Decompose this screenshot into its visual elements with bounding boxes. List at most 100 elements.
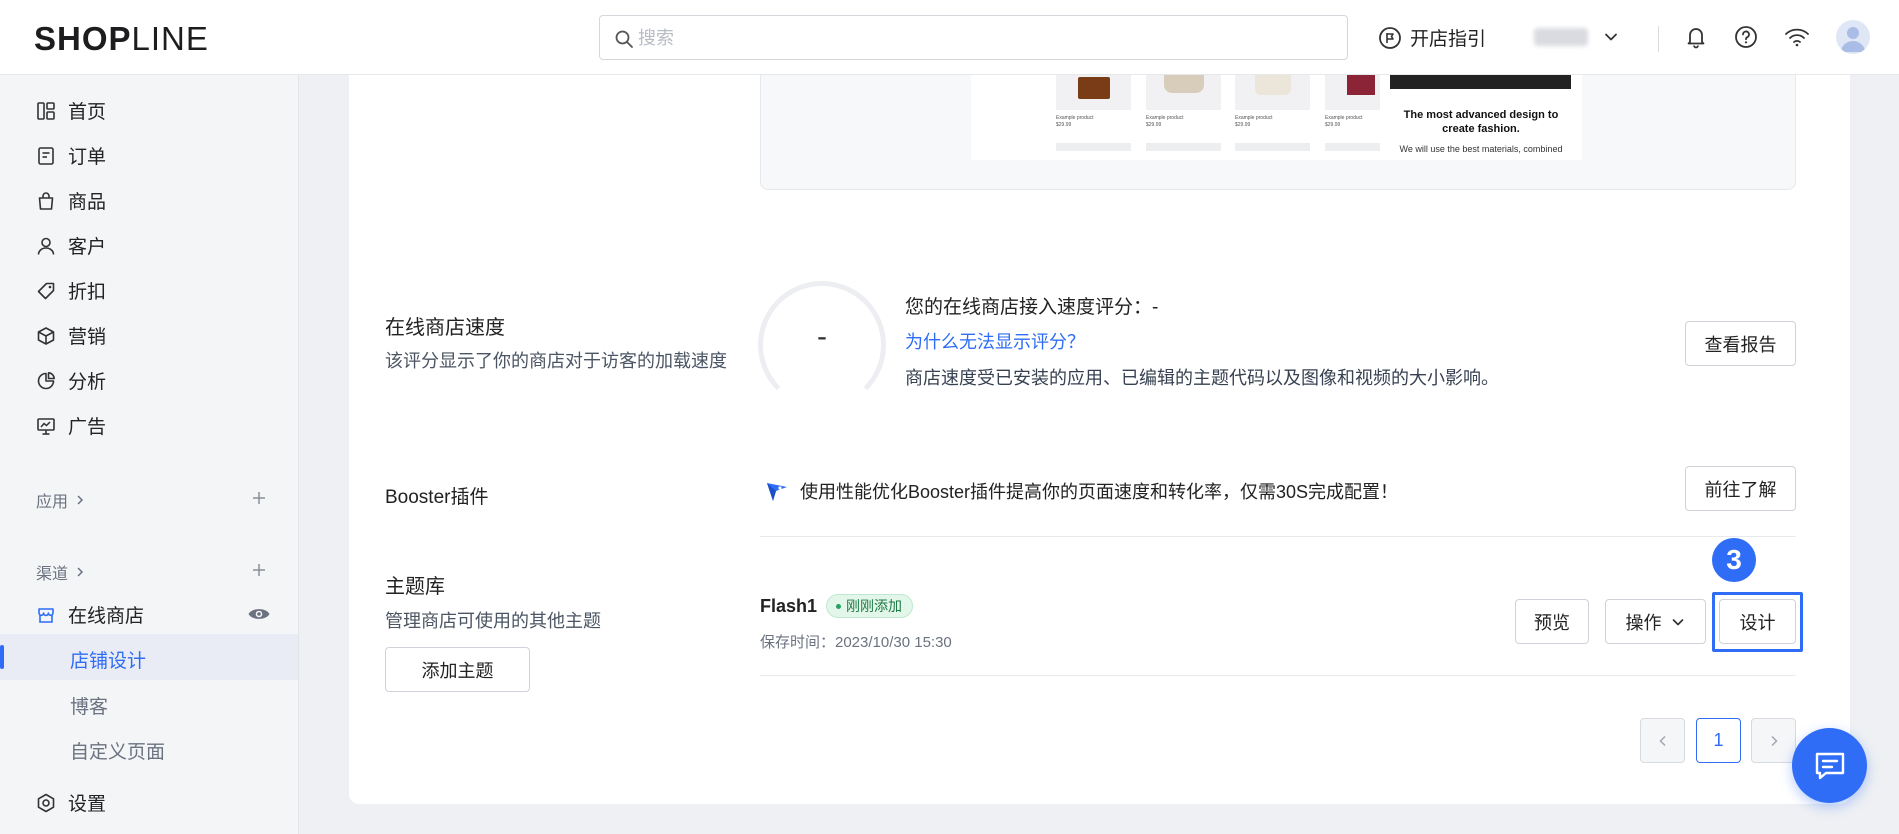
apps-section-toggle[interactable]: 应用: [36, 488, 86, 512]
theme-library-title: 主题库: [385, 576, 445, 598]
product-title: Example product: [1056, 115, 1094, 121]
chevron-right-icon: [77, 495, 84, 505]
preview-theme-button[interactable]: 预览: [1515, 599, 1589, 644]
sidebar-item-label: 商品: [68, 192, 107, 213]
sidebar-item-marketing[interactable]: 营销: [36, 322, 106, 349]
ad-icon: [37, 417, 55, 435]
store-guide-button[interactable]: 开店指引: [1378, 24, 1486, 51]
sidebar-item-label: 订单: [68, 147, 107, 168]
wifi-icon[interactable]: [1783, 24, 1811, 50]
why-no-score-link[interactable]: 为什么无法显示评分？: [905, 328, 1085, 354]
sidebar-subitem-blog[interactable]: 博客: [70, 692, 108, 719]
product-thumb: [1146, 75, 1221, 110]
sidebar-item-products[interactable]: 商品: [36, 187, 106, 214]
add-app-plus-icon[interactable]: [250, 489, 268, 507]
thumb-placeholder: [1146, 143, 1221, 151]
chat-icon: [1815, 752, 1844, 779]
row-divider: [760, 536, 1796, 537]
settings-icon: [37, 793, 55, 812]
product-price: $29.99: [1325, 122, 1341, 128]
chevron-down-icon[interactable]: [1602, 28, 1620, 46]
user-icon: [37, 237, 55, 255]
user-avatar[interactable]: [1836, 20, 1870, 54]
sidebar-subitem-custom-pages[interactable]: 自定义页面: [70, 737, 165, 764]
sidebar-item-settings[interactable]: 设置: [36, 789, 106, 816]
sidebar-item-home[interactable]: 首页: [36, 97, 106, 124]
status-badge: 刚刚添加: [826, 594, 913, 618]
theme-actions-label: 操作: [1625, 612, 1662, 633]
add-channel-plus-icon[interactable]: [250, 561, 268, 579]
header-divider: [1658, 26, 1659, 52]
sidebar-item-analytics[interactable]: 分析: [36, 367, 106, 394]
search-box[interactable]: [599, 15, 1348, 60]
active-nav-indicator: [0, 645, 4, 669]
product-thumb: [1235, 75, 1310, 110]
tag-icon: [37, 282, 55, 299]
product-thumb: [1325, 75, 1380, 110]
thumb-placeholder: [1056, 143, 1131, 151]
step-number-badge: 3: [1712, 538, 1756, 582]
bell-icon[interactable]: [1683, 24, 1709, 50]
rocket-icon: [767, 483, 787, 501]
speed-section-desc: 该评分显示了你的商店对于访客的加载速度: [385, 351, 727, 371]
pie-icon: [37, 371, 55, 389]
thumb-placeholder: [1325, 143, 1380, 151]
product-thumb: [1056, 75, 1131, 110]
theme-library-desc: 管理商店可使用的其他主题: [385, 611, 601, 631]
chevron-down-icon: [1672, 618, 1683, 625]
design-theme-button[interactable]: 设计: [1719, 599, 1796, 644]
speed-score-desc: 商店速度受已安装的应用、已编辑的主题代码以及图像和视频的大小影响。: [905, 368, 1499, 388]
sidebar-item-label: 折扣: [68, 282, 107, 303]
booster-promo: 使用性能优化Booster插件提高你的页面速度和转化率，仅需30S完成配置！: [764, 478, 1398, 504]
flag-icon: [1379, 26, 1401, 49]
store-guide-label: 开店指引: [1410, 29, 1487, 50]
help-icon[interactable]: [1733, 24, 1759, 50]
theme-actions-button[interactable]: 操作: [1605, 599, 1706, 644]
sidebar-item-label: 营销: [68, 327, 107, 348]
learn-more-button[interactable]: 前往了解: [1685, 466, 1796, 511]
speed-section-title: 在线商店速度: [385, 317, 505, 339]
pagination-prev-button[interactable]: [1640, 718, 1685, 763]
eye-icon[interactable]: [247, 605, 271, 623]
shopline-logo[interactable]: SHOPLINE: [34, 20, 209, 58]
theme-name: Flash1: [760, 596, 818, 616]
active-nav-highlight: [0, 634, 298, 680]
speed-score-title: 您的在线商店接入速度评分：-: [905, 297, 1159, 318]
storefront-icon: [38, 607, 54, 623]
product-price: $29.99: [1235, 122, 1251, 128]
top-header: SHOPLINE 开店指引: [0, 0, 1899, 75]
hero-subtitle: We will use the best materials, combined: [1399, 144, 1563, 154]
sidebar-item-ads[interactable]: 广告: [36, 412, 106, 439]
pagination-page-1[interactable]: 1: [1696, 718, 1741, 763]
status-dot: [836, 603, 841, 609]
search-input[interactable]: [638, 24, 1328, 52]
hero-image: [1390, 75, 1571, 89]
avatar-icon: [1841, 27, 1865, 52]
theme-save-time: 保存时间：2023/10/30 15:30: [760, 634, 952, 651]
booster-section-title: Booster插件: [385, 487, 489, 508]
add-theme-button[interactable]: 添加主题: [385, 647, 530, 692]
product-title: Example product: [1146, 115, 1184, 121]
bag-icon: [38, 191, 54, 210]
product-title: Example product: [1235, 115, 1273, 121]
row-divider: [760, 675, 1796, 676]
pagination-next-button[interactable]: [1751, 718, 1796, 763]
sidebar-item-online-store[interactable]: 在线商店: [36, 601, 144, 628]
channels-section-toggle[interactable]: 渠道: [36, 560, 86, 584]
store-name-blurred[interactable]: [1534, 28, 1588, 46]
thumb-placeholder: [1235, 143, 1310, 151]
sidebar-item-label: 设置: [68, 794, 107, 815]
sidebar-item-label: 首页: [68, 102, 107, 123]
chevron-left-icon: [1658, 735, 1666, 746]
sidebar-subitem-store-design[interactable]: 店铺设计: [70, 646, 146, 673]
sidebar-item-customers[interactable]: 客户: [36, 232, 106, 259]
order-icon: [38, 146, 54, 165]
sidebar-item-discounts[interactable]: 折扣: [36, 277, 106, 304]
booster-desc: 使用性能优化Booster插件提高你的页面速度和转化率，仅需30S完成配置！: [800, 482, 1399, 502]
chevron-right-icon: [1770, 735, 1778, 746]
cube-icon: [37, 326, 55, 345]
chat-support-button[interactable]: [1792, 728, 1867, 803]
product-price: $29.99: [1056, 122, 1072, 128]
sidebar-item-orders[interactable]: 订单: [36, 142, 106, 169]
view-report-button[interactable]: 查看报告: [1685, 321, 1796, 366]
